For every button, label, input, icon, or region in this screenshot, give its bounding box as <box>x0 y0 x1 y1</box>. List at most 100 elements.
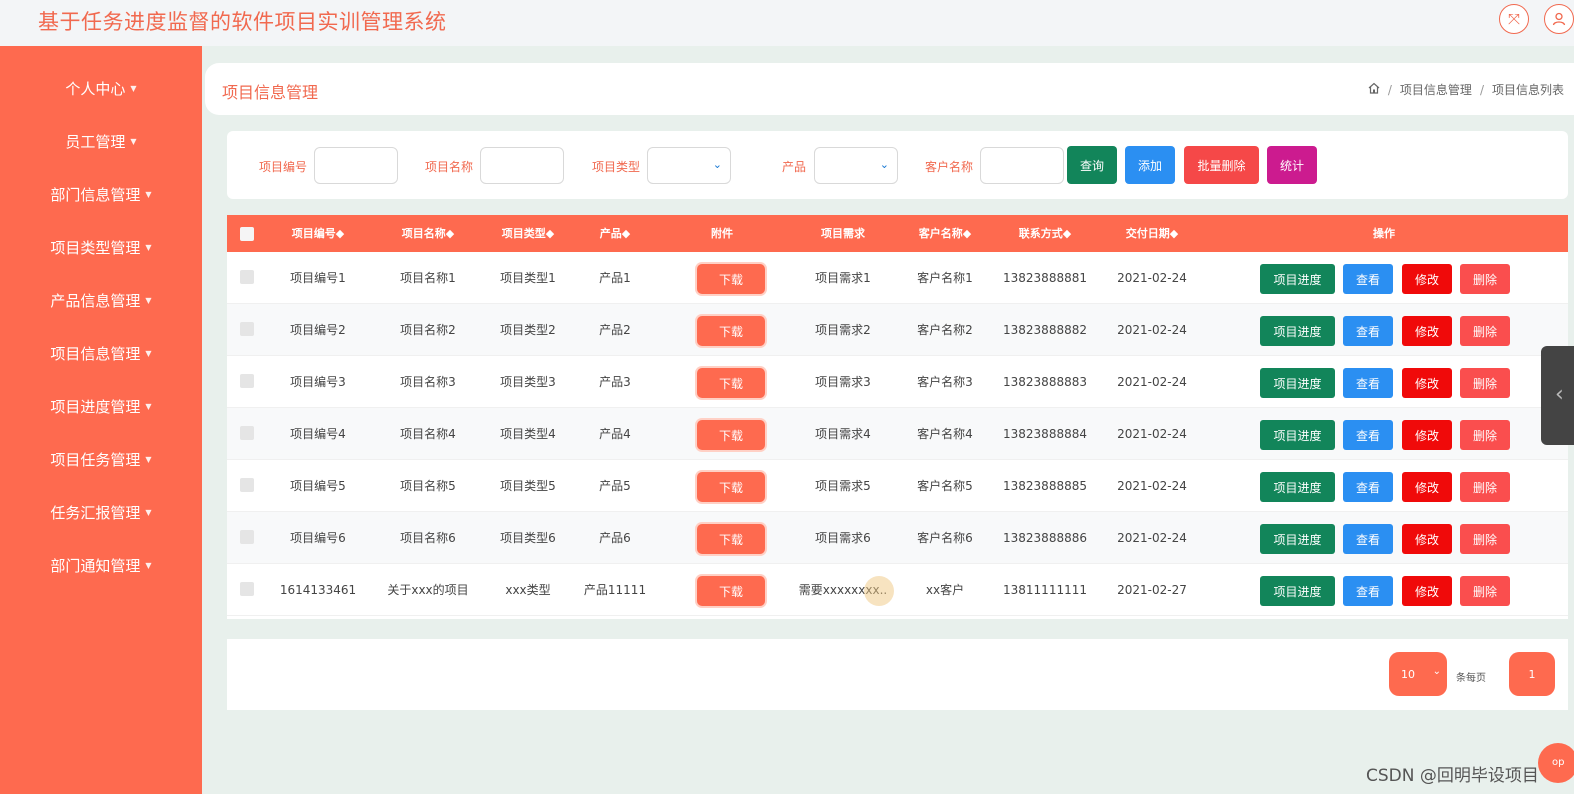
query-button[interactable]: 查询 <box>1067 146 1117 184</box>
download-button[interactable]: 下载 <box>697 420 765 450</box>
sidebar-item-label: 部门通知管理 <box>50 557 141 575</box>
sidebar-item-label: 部门信息管理 <box>50 186 141 204</box>
caret-down-icon: ▼ <box>145 561 152 570</box>
download-button[interactable]: 下载 <box>697 264 765 294</box>
home-icon[interactable] <box>1368 82 1380 97</box>
column-header[interactable]: 项目名称◆ <box>402 215 454 252</box>
cell-customer: xx客户 <box>925 583 965 597</box>
column-header[interactable]: 项目类型◆ <box>502 215 554 252</box>
column-header[interactable]: 交付日期◆ <box>1126 215 1178 252</box>
sidebar-item-projects[interactable]: 项目信息管理 ▼ <box>0 327 202 380</box>
delete-button[interactable]: 删除 <box>1460 524 1510 554</box>
view-button[interactable]: 查看 <box>1343 472 1393 502</box>
progress-button[interactable]: 项目进度 <box>1260 472 1335 502</box>
column-header[interactable]: 产品◆ <box>600 215 630 252</box>
breadcrumb-item[interactable]: 项目信息管理 <box>1400 81 1472 98</box>
sidebar-item-task-reports[interactable]: 任务汇报管理 ▼ <box>0 486 202 539</box>
edit-button[interactable]: 修改 <box>1402 524 1452 554</box>
edit-button[interactable]: 修改 <box>1402 576 1452 606</box>
sidebar-item-project-progress[interactable]: 项目进度管理 ▼ <box>0 380 202 433</box>
user-icon[interactable] <box>1544 4 1574 34</box>
cell-product: 产品1 <box>599 271 631 285</box>
chevron-down-icon: ⌄ <box>879 158 889 171</box>
row-checkbox[interactable] <box>240 322 254 336</box>
column-header[interactable]: 项目编号◆ <box>292 215 344 252</box>
batch-delete-button[interactable]: 批量删除 <box>1184 146 1259 184</box>
column-header[interactable]: 客户名称◆ <box>919 215 971 252</box>
cell-project-name: 项目名称2 <box>400 323 456 337</box>
page-size-value: 10 <box>1401 667 1415 681</box>
download-button[interactable]: 下载 <box>697 316 765 346</box>
view-button[interactable]: 查看 <box>1343 264 1393 294</box>
progress-button[interactable]: 项目进度 <box>1260 420 1335 450</box>
add-button[interactable]: 添加 <box>1125 146 1175 184</box>
sidebar-item-label: 项目类型管理 <box>50 239 141 257</box>
sidebar-item-personal-center[interactable]: 个人中心 ▼ <box>0 62 202 115</box>
download-button[interactable]: 下载 <box>697 472 765 502</box>
table-row: 项目编号5 项目名称5 项目类型5 产品5 下载 项目需求5 客户名称5 138… <box>227 460 1568 512</box>
edit-button[interactable]: 修改 <box>1402 420 1452 450</box>
back-to-top-button[interactable]: op <box>1538 743 1574 783</box>
sidebar-item-project-types[interactable]: 项目类型管理 ▼ <box>0 221 202 274</box>
project-type-select[interactable]: ⌄ <box>647 147 731 184</box>
edit-button[interactable]: 修改 <box>1402 264 1452 294</box>
delete-button[interactable]: 删除 <box>1460 576 1510 606</box>
delete-button[interactable]: 删除 <box>1460 472 1510 502</box>
download-button[interactable]: 下载 <box>697 576 765 606</box>
side-drawer-handle[interactable]: ‹ <box>1541 346 1574 445</box>
cell-phone: 13823888884 <box>1003 427 1087 441</box>
progress-button[interactable]: 项目进度 <box>1260 368 1335 398</box>
view-button[interactable]: 查看 <box>1343 524 1393 554</box>
view-button[interactable]: 查看 <box>1343 316 1393 346</box>
sidebar-item-project-tasks[interactable]: 项目任务管理 ▼ <box>0 433 202 486</box>
row-checkbox[interactable] <box>240 530 254 544</box>
customer-name-input[interactable] <box>980 147 1064 184</box>
row-checkbox[interactable] <box>240 478 254 492</box>
table-header: 项目编号◆ 项目名称◆ 项目类型◆ 产品◆ 附件 项目需求 客户名称◆ 联系方式… <box>227 215 1568 252</box>
edit-button[interactable]: 修改 <box>1402 472 1452 502</box>
download-button[interactable]: 下载 <box>697 368 765 398</box>
sidebar-item-dept-notices[interactable]: 部门通知管理 ▼ <box>0 539 202 592</box>
row-checkbox[interactable] <box>240 582 254 596</box>
project-name-input[interactable] <box>480 147 564 184</box>
chevron-down-icon: ⌄ <box>712 158 722 171</box>
table-row: 项目编号3 项目名称3 项目类型3 产品3 下载 项目需求3 客户名称3 138… <box>227 356 1568 408</box>
view-button[interactable]: 查看 <box>1343 368 1393 398</box>
delete-button[interactable]: 删除 <box>1460 264 1510 294</box>
cell-project-name: 关于xxx的项目 <box>387 583 469 597</box>
cell-date: 2021-02-24 <box>1117 479 1187 493</box>
row-checkbox[interactable] <box>240 374 254 388</box>
row-checkbox[interactable] <box>240 426 254 440</box>
page-number-button[interactable]: 1 <box>1509 652 1555 696</box>
delete-button[interactable]: 删除 <box>1460 368 1510 398</box>
delete-button[interactable]: 删除 <box>1460 316 1510 346</box>
product-select[interactable]: ⌄ <box>814 147 898 184</box>
progress-button[interactable]: 项目进度 <box>1260 316 1335 346</box>
delete-button[interactable]: 删除 <box>1460 420 1510 450</box>
project-no-input[interactable] <box>314 147 398 184</box>
sidebar-item-label: 任务汇报管理 <box>50 504 141 522</box>
cell-customer: 客户名称4 <box>917 427 973 441</box>
edit-button[interactable]: 修改 <box>1402 368 1452 398</box>
page-size-select[interactable]: 10 ⌄ <box>1389 652 1447 696</box>
stats-button[interactable]: 统计 <box>1267 146 1317 184</box>
row-checkbox[interactable] <box>240 270 254 284</box>
select-all-checkbox[interactable] <box>240 227 254 241</box>
edit-button[interactable]: 修改 <box>1402 316 1452 346</box>
pagination: 10 ⌄ 条每页 1 <box>227 639 1568 710</box>
progress-button[interactable]: 项目进度 <box>1260 264 1335 294</box>
progress-button[interactable]: 项目进度 <box>1260 524 1335 554</box>
fullscreen-icon[interactable]: ⤧ <box>1499 4 1529 34</box>
cell-project-type: 项目类型6 <box>500 531 556 545</box>
view-button[interactable]: 查看 <box>1343 576 1393 606</box>
sidebar-item-products[interactable]: 产品信息管理 ▼ <box>0 274 202 327</box>
cell-project-name: 项目名称6 <box>400 531 456 545</box>
sidebar-item-label: 项目任务管理 <box>50 451 141 469</box>
download-button[interactable]: 下载 <box>697 524 765 554</box>
view-button[interactable]: 查看 <box>1343 420 1393 450</box>
sidebar-item-departments[interactable]: 部门信息管理 ▼ <box>0 168 202 221</box>
column-header[interactable]: 联系方式◆ <box>1019 215 1071 252</box>
progress-button[interactable]: 项目进度 <box>1260 576 1335 606</box>
sidebar-item-employees[interactable]: 员工管理 ▼ <box>0 115 202 168</box>
search-panel: 项目编号 项目名称 项目类型 ⌄ 产品 ⌄ 客户名称 查询 添加 批量删除 统计 <box>227 131 1568 199</box>
